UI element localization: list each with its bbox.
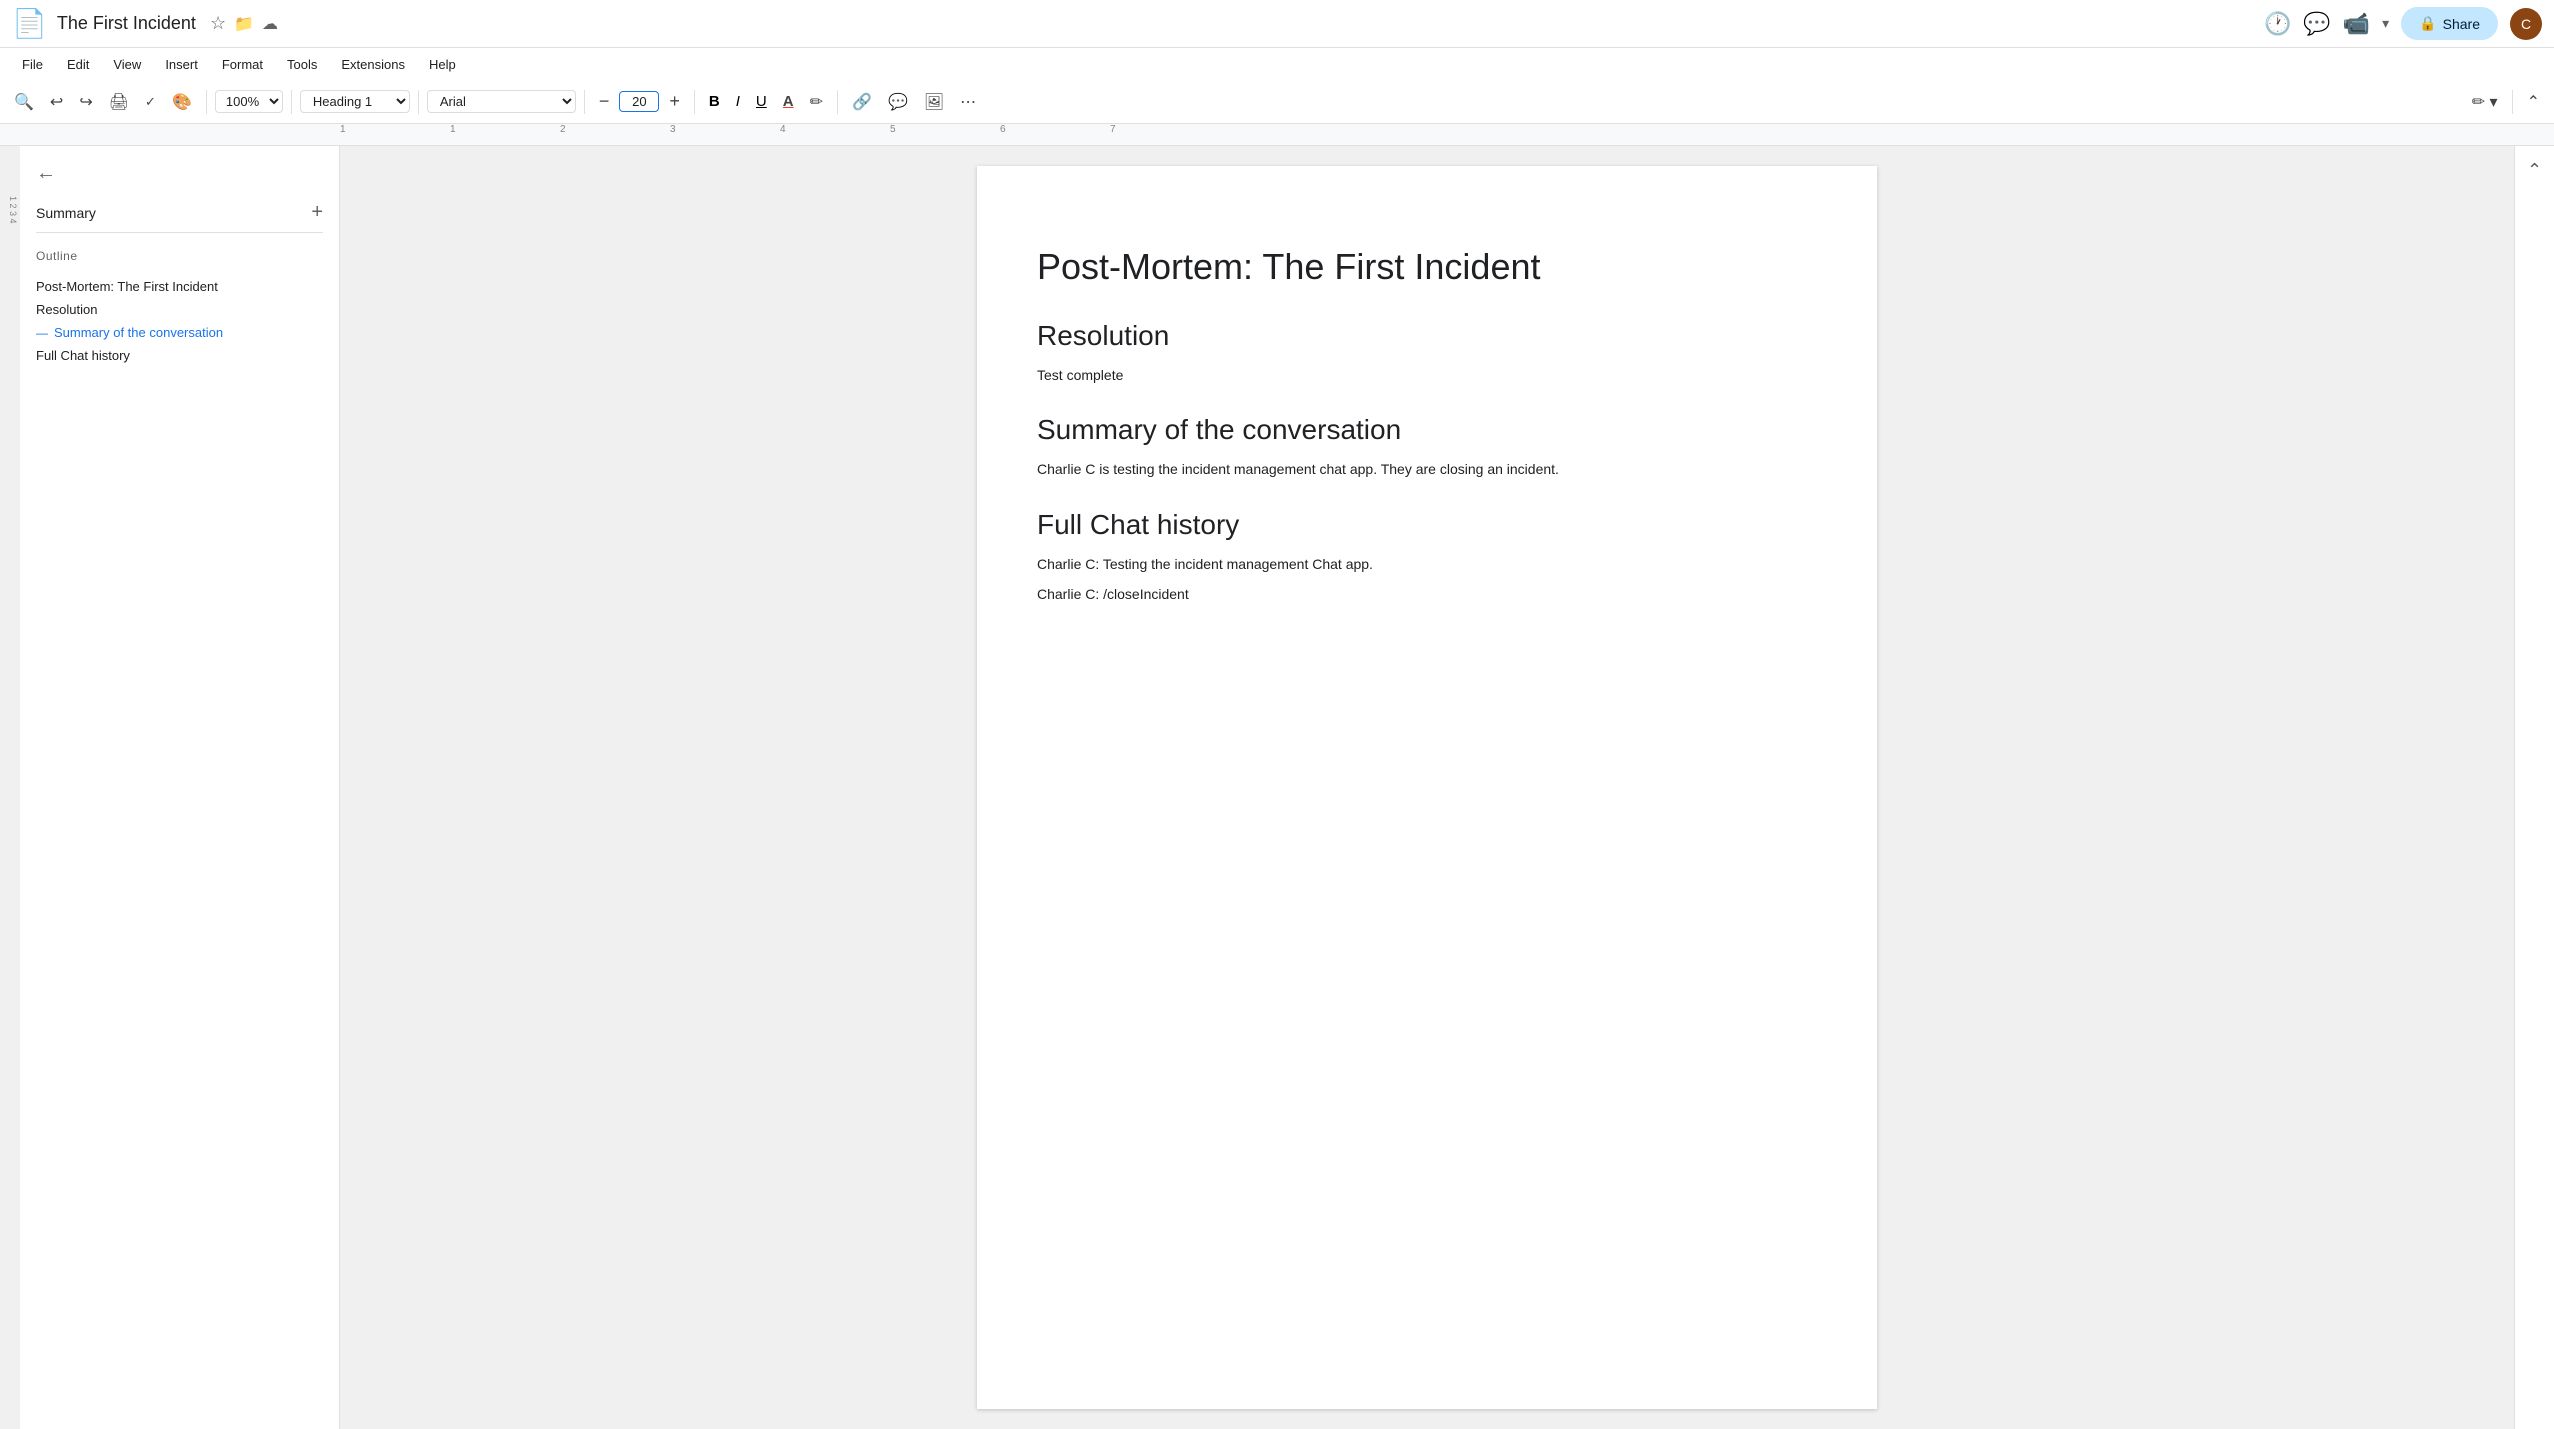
sidebar-add-button[interactable]: + [311,201,323,224]
editing-mode-button[interactable]: ✏ ▾ [2466,88,2504,116]
text-color-button[interactable]: A [777,89,800,114]
star-icon[interactable]: ☆ [210,13,226,34]
insert-comment-button[interactable]: 💬 [882,88,914,116]
ruler: 1 1 2 3 4 5 6 7 [0,124,2554,146]
video-chevron[interactable]: ▾ [2382,15,2389,32]
lock-icon: 🔒 [2419,15,2436,32]
cloud-icon[interactable]: ☁ [262,14,278,34]
search-button[interactable]: 🔍 [8,88,40,116]
underline-button[interactable]: U [750,89,773,114]
menu-file[interactable]: File [12,53,53,76]
divider-3 [418,90,419,114]
document-title: The First Incident [57,13,196,34]
menu-insert[interactable]: Insert [155,53,208,76]
sidebar-outline-label: Outline [36,249,323,263]
sidebar-summary-section: Summary + [36,201,323,224]
resolution-heading: Resolution [1037,320,1817,352]
italic-button[interactable]: I [730,89,746,114]
right-panel: ⌃ [2514,146,2554,1429]
increase-font-button[interactable]: + [663,87,686,116]
left-margin: 1 2 3 4 [0,146,20,1429]
sidebar-summary-title: Summary [36,205,96,221]
sidebar-divider [36,232,323,233]
redo-button[interactable]: ↪ [73,88,98,116]
outline-item-2[interactable]: Summary of the conversation [36,321,323,344]
chat-history-heading: Full Chat history [1037,509,1817,541]
font-select[interactable]: Arial Times New Roman [427,90,576,113]
title-bar: 📄 The First Incident ☆ 📁 ☁ 🕐 💬 📹 ▾ 🔒 Sha… [0,0,2554,48]
outline-item-1[interactable]: Resolution [36,298,323,321]
font-size-input[interactable] [619,91,659,112]
outline-item-0[interactable]: Post-Mortem: The First Incident [36,275,323,298]
document-page: Post-Mortem: The First Incident Resoluti… [977,166,1877,1409]
title-bar-right: 🕐 💬 📹 ▾ 🔒 Share C [2264,7,2542,40]
sidebar: ← Summary + Outline Post-Mortem: The Fir… [20,146,340,1429]
right-panel-toggle[interactable]: ⌃ [2521,154,2548,187]
link-button[interactable]: 🔗 [846,88,878,116]
document-title-heading: Post-Mortem: The First Incident [1037,246,1817,288]
avatar[interactable]: C [2510,8,2542,40]
page-numbers: 1 2 3 4 [8,196,18,224]
page-area[interactable]: Post-Mortem: The First Incident Resoluti… [340,146,2514,1429]
divider-7 [2512,90,2513,114]
menu-tools[interactable]: Tools [277,53,327,76]
bold-button[interactable]: B [703,89,726,114]
menu-bar: File Edit View Insert Format Tools Exten… [0,48,2554,80]
style-select[interactable]: Heading 1 Normal text Heading 2 Heading … [300,90,410,113]
share-label: Share [2443,16,2480,32]
undo-button[interactable]: ↩ [44,88,69,116]
summary-body-0: Charlie C is testing the incident manage… [1037,458,1817,480]
divider-1 [206,90,207,114]
divider-6 [837,90,838,114]
more-options-button[interactable]: ⋯ [954,88,982,116]
menu-help[interactable]: Help [419,53,466,76]
outline-item-3[interactable]: Full Chat history [36,344,323,367]
sidebar-back-button[interactable]: ← [36,162,323,185]
chat-body-1: Charlie C: /closeIncident [1037,583,1817,605]
chat-body-0: Charlie C: Testing the incident manageme… [1037,553,1817,575]
menu-edit[interactable]: Edit [57,53,99,76]
paint-format-button[interactable]: 🎨 [166,88,198,116]
title-actions: ☆ 📁 ☁ [210,13,278,34]
share-button[interactable]: 🔒 Share [2401,7,2498,40]
comment-icon[interactable]: 💬 [2303,11,2330,37]
menu-extensions[interactable]: Extensions [331,53,415,76]
docs-icon: 📄 [12,7,47,40]
divider-5 [694,90,695,114]
main-content: 1 2 3 4 ← Summary + Outline Post-Mortem:… [0,146,2554,1429]
video-icon[interactable]: 📹 [2343,11,2370,37]
menu-view[interactable]: View [103,53,151,76]
toolbar: 🔍 ↩ ↪ 🖨 ✓ 🎨 100% Heading 1 Normal text H… [0,80,2554,124]
spellcheck-button[interactable]: ✓ [139,90,162,114]
divider-4 [584,90,585,114]
history-icon[interactable]: 🕐 [2264,11,2291,37]
summary-heading: Summary of the conversation [1037,414,1817,446]
insert-image-button[interactable]: 🖼 [918,88,950,116]
print-button[interactable]: 🖨 [103,88,135,116]
menu-format[interactable]: Format [212,53,273,76]
divider-2 [291,90,292,114]
folder-icon[interactable]: 📁 [234,14,254,34]
zoom-select[interactable]: 100% [215,90,283,113]
decrease-font-button[interactable]: − [593,87,616,116]
resolution-body-0: Test complete [1037,364,1817,386]
highlight-button[interactable]: ✏ [804,88,829,116]
collapse-toolbar-button[interactable]: ⌃ [2521,88,2546,116]
